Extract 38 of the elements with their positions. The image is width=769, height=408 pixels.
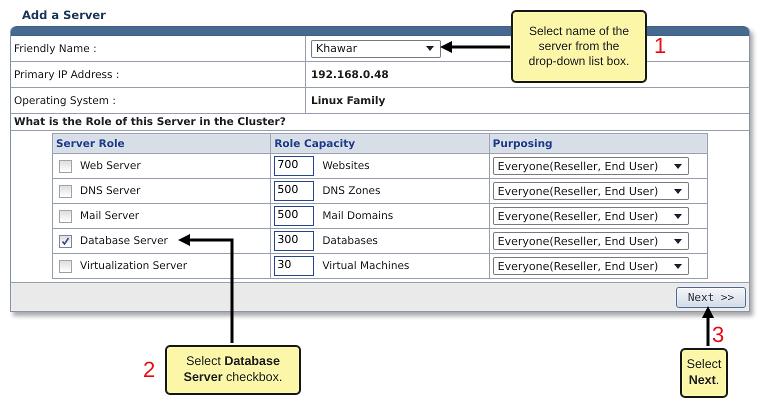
- role-label: Web Server: [80, 160, 141, 172]
- capacity-unit: Mail Domains: [322, 210, 394, 222]
- step-number: 2: [143, 359, 156, 381]
- column-header: Server Role: [52, 134, 271, 154]
- callout-note: Select Next.: [680, 348, 728, 398]
- section-question: What is the Role of this Server in the Cluster?: [11, 114, 749, 131]
- role-label: DNS Server: [80, 185, 140, 197]
- role-label: Virtualization Server: [80, 260, 188, 272]
- capacity-input[interactable]: 300: [274, 231, 314, 251]
- field-value: Linux Family: [311, 94, 386, 106]
- field-label: Operating System :: [11, 88, 306, 113]
- capacity-unit: DNS Zones: [322, 185, 380, 197]
- purposing-dropdown[interactable]: Everyone(Reseller, End User): [492, 157, 689, 175]
- callout-note: Select Database Server checkbox.: [165, 345, 301, 395]
- step-number: 3: [712, 324, 724, 346]
- field-value: 192.168.0.48: [311, 68, 389, 80]
- column-header: Role Capacity: [270, 134, 490, 154]
- purposing-dropdown[interactable]: Everyone(Reseller, End User): [492, 232, 689, 250]
- capacity-unit: Websites: [322, 160, 370, 172]
- purposing-dropdown[interactable]: Everyone(Reseller, End User): [492, 182, 689, 200]
- capacity-unit: Databases: [322, 235, 378, 247]
- next-button[interactable]: Next >>: [676, 286, 746, 308]
- panel-title: Add a Server: [21, 8, 106, 24]
- friendly-name-dropdown[interactable]: Khawar: [311, 40, 441, 58]
- purposing-dropdown[interactable]: Everyone(Reseller, End User): [492, 207, 689, 225]
- role-label: Mail Server: [80, 210, 140, 222]
- column-header: Purposing: [489, 134, 708, 154]
- purposing-dropdown[interactable]: Everyone(Reseller, End User): [492, 257, 689, 275]
- callout-note: Select name of the server from the drop-down list box.: [511, 10, 647, 83]
- capacity-input[interactable]: 700: [274, 156, 314, 176]
- capacity-unit: Virtual Machines: [322, 260, 410, 272]
- capacity-input[interactable]: 30: [274, 256, 314, 276]
- field-label: Friendly Name :: [11, 36, 306, 61]
- role-label: Database Server: [80, 235, 168, 247]
- capacity-input[interactable]: 500: [274, 181, 314, 201]
- field-label: Primary IP Address :: [11, 62, 306, 87]
- capacity-input[interactable]: 500: [274, 206, 314, 226]
- step-number: 1: [654, 35, 666, 57]
